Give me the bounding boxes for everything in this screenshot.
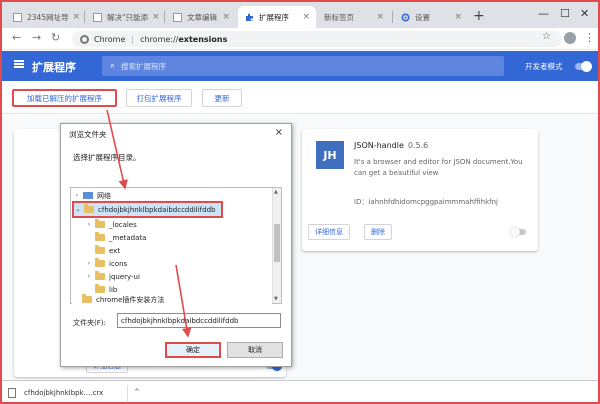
arrow-to-ok [175,264,192,338]
arrow-to-folder [106,109,128,190]
browser-window: 2345网址导 × 解决"只能添 × 文章编辑 × 扩展程序 × 新标签页 × … [0,0,600,404]
annotation-arrows [106,109,192,338]
